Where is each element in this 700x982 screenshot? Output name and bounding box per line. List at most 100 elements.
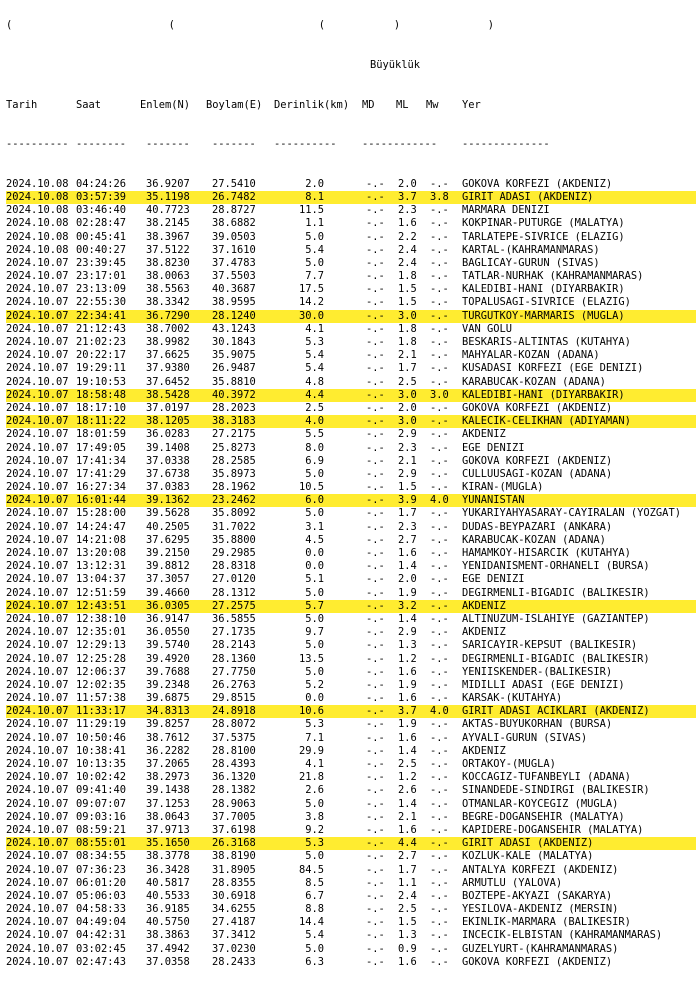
cell-ml: 1.9 <box>398 718 417 731</box>
cell-lat: 38.3967 <box>146 230 190 243</box>
table-row: 2024.10.07 10:38:41 36.2282 28.8100 29.9 -.- 1… <box>6 745 696 758</box>
cell-lon: 39.0503 <box>212 230 256 243</box>
cell-lat: 37.1253 <box>146 797 190 810</box>
cell-lat: 37.2065 <box>146 758 190 771</box>
separator-place: -------------- <box>462 138 550 151</box>
table-row: 2024.10.08 00:45:41 38.3967 39.0503 5.0 -.- 2.… <box>6 231 696 244</box>
cell-md: -.- <box>366 507 385 520</box>
cell-depth: 5.4 <box>305 362 324 375</box>
cell-date: 2024.10.07 <box>6 916 69 929</box>
table-row: 2024.10.07 23:13:09 38.5563 40.3687 17.5 -.- 1… <box>6 283 696 296</box>
cell-time: 20:22:17 <box>76 349 127 362</box>
cell-lon: 38.3183 <box>212 415 256 428</box>
cell-date: 2024.10.07 <box>6 784 69 797</box>
table-row: 2024.10.08 02:28:47 38.2145 38.6882 1.1 -.- 1.… <box>6 217 696 230</box>
cell-date: 2024.10.07 <box>6 415 69 428</box>
cell-place: ORTAKOY-(MUGLA) <box>462 758 556 771</box>
cell-mw: -.- <box>430 810 449 823</box>
cell-place: MAHYALAR-KOZAN (ADANA) <box>462 349 600 362</box>
cell-lat: 37.4942 <box>146 942 190 955</box>
cell-depth: 84.5 <box>298 863 324 876</box>
cell-date: 2024.10.07 <box>6 256 69 269</box>
cell-lon: 24.8918 <box>212 705 256 718</box>
cell-lat: 37.0383 <box>146 481 190 494</box>
cell-date: 2024.10.07 <box>6 296 69 309</box>
cell-place: ANTALYA KORFEZI (AKDENIZ) <box>462 863 619 876</box>
cell-md: -.- <box>366 481 385 494</box>
cell-md: -.- <box>366 243 385 256</box>
cell-mw: 3.0 <box>430 388 449 401</box>
cell-depth: 5.0 <box>305 612 324 625</box>
cell-lon: 38.6882 <box>212 217 256 230</box>
cell-mw: 4.0 <box>430 494 449 507</box>
table-row: 2024.10.07 21:02:23 38.9982 30.1843 5.3 -.- 1.… <box>6 336 696 349</box>
cell-time: 04:49:04 <box>76 916 127 929</box>
cell-lon: 38.9595 <box>212 296 256 309</box>
cell-mw: -.- <box>430 652 449 665</box>
cell-time: 10:02:42 <box>76 771 127 784</box>
cell-lat: 35.1198 <box>146 190 190 203</box>
cell-depth: 5.4 <box>305 349 324 362</box>
cell-lon: 35.8810 <box>212 375 256 388</box>
cell-lat: 39.1408 <box>146 441 190 454</box>
cell-lat: 37.9380 <box>146 362 190 375</box>
table-row: 2024.10.08 00:40:27 37.5122 37.1610 5.4 -.- 2.… <box>6 244 696 257</box>
cell-lon: 28.2433 <box>212 955 256 968</box>
cell-ml: 1.4 <box>398 797 417 810</box>
cell-time: 12:02:35 <box>76 678 127 691</box>
cell-depth: 30.0 <box>298 309 324 322</box>
cell-mw: -.- <box>430 415 449 428</box>
cell-depth: 2.5 <box>305 401 324 414</box>
cell-md: -.- <box>366 415 385 428</box>
cell-depth: 21.8 <box>298 771 324 784</box>
cell-date: 2024.10.07 <box>6 428 69 441</box>
cell-depth: 5.0 <box>305 467 324 480</box>
cell-place: TURGUTKOY-MARMARIS (MUGLA) <box>462 309 625 322</box>
cell-mw: -.- <box>430 507 449 520</box>
cell-ml: 1.6 <box>398 665 417 678</box>
cell-md: -.- <box>366 533 385 546</box>
cell-lat: 39.1438 <box>146 784 190 797</box>
cell-mw: -.- <box>430 758 449 771</box>
cell-md: -.- <box>366 823 385 836</box>
cell-date: 2024.10.07 <box>6 309 69 322</box>
cell-date: 2024.10.07 <box>6 612 69 625</box>
cell-depth: 5.3 <box>305 718 324 731</box>
cell-lon: 26.3168 <box>212 837 256 850</box>
cell-lon: 30.1843 <box>212 336 256 349</box>
cell-mw: -.- <box>430 270 449 283</box>
cell-md: -.- <box>366 810 385 823</box>
cell-depth: 13.5 <box>298 652 324 665</box>
table-row: 2024.10.07 22:55:30 38.3342 38.9595 14.2 -.- 1… <box>6 296 696 309</box>
cell-ml: 1.2 <box>398 652 417 665</box>
cell-place: KUSADASI KORFEZI (EGE DENIZI) <box>462 362 644 375</box>
cell-place: BAGLICAY-GURUN (SIVAS) <box>462 256 600 269</box>
cell-depth: 5.2 <box>305 678 324 691</box>
cell-md: -.- <box>366 903 385 916</box>
cell-mw: -.- <box>430 599 449 612</box>
cell-time: 12:06:37 <box>76 665 127 678</box>
cell-date: 2024.10.07 <box>6 467 69 480</box>
cell-date: 2024.10.07 <box>6 362 69 375</box>
cell-place: BESKARIS-ALTINTAS (KUTAHYA) <box>462 336 631 349</box>
cell-time: 17:49:05 <box>76 441 127 454</box>
cell-ml: 1.7 <box>398 362 417 375</box>
col-mw-header: Mw <box>426 98 439 111</box>
cell-ml: 1.5 <box>398 916 417 929</box>
cell-date: 2024.10.07 <box>6 850 69 863</box>
cell-place: HAMAMKOY-HISARCIK (KUTAHYA) <box>462 547 631 560</box>
cell-place: BOZTEPE-AKYAZI (SAKARYA) <box>462 889 613 902</box>
cell-depth: 5.4 <box>305 243 324 256</box>
table-row: 2024.10.08 03:46:40 40.7723 28.8727 11.5 -.- 2… <box>6 204 696 217</box>
cell-lat: 36.9185 <box>146 903 190 916</box>
table-row: 2024.10.07 13:20:08 39.2150 29.2985 0.0 -.- 1.… <box>6 547 696 560</box>
cell-depth: 8.0 <box>305 441 324 454</box>
cell-lat: 36.2282 <box>146 744 190 757</box>
table-row: 2024.10.07 17:49:05 39.1408 25.8273 8.0 -.- 2.… <box>6 442 696 455</box>
cell-place: GIRIT ADASI (AKDENIZ) <box>462 837 594 850</box>
cell-place: KOKPINAR-PUTURGE (MALATYA) <box>462 217 625 230</box>
cell-ml: 2.1 <box>398 349 417 362</box>
cell-depth: 5.0 <box>305 586 324 599</box>
cell-lon: 28.8727 <box>212 204 256 217</box>
cell-md: -.- <box>366 916 385 929</box>
